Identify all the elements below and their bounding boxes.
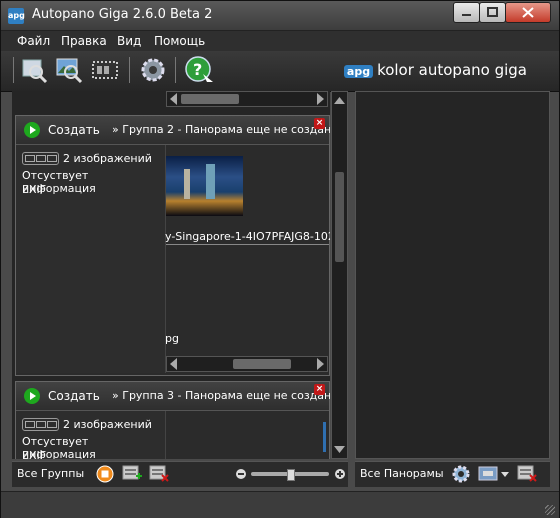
image-thumbnail[interactable] bbox=[166, 156, 243, 216]
zoom-slider[interactable] bbox=[251, 469, 329, 481]
toolbar: ? apg kolor autopano giga bbox=[1, 51, 559, 92]
group-info: 2 изображений Отсуствует информация EXIF bbox=[16, 145, 166, 373]
remove-panorama-icon[interactable] bbox=[517, 465, 537, 483]
zoom-in-icon[interactable] bbox=[334, 468, 346, 480]
images-count: 2 изображений bbox=[63, 418, 152, 431]
maximize-icon bbox=[487, 7, 498, 17]
group-title: » Группа 3 - Панорама еще не создана bbox=[112, 389, 330, 402]
scroll-thumb[interactable] bbox=[233, 359, 291, 369]
group-card[interactable]: Создать » Группа 3 - Панорама еще не соз… bbox=[15, 381, 330, 459]
brand-badge: apg bbox=[343, 65, 374, 78]
remove-group-icon[interactable] bbox=[149, 465, 169, 483]
group-title-text: Группа 3 - Панорама еще не создана bbox=[122, 389, 330, 402]
detect-icon bbox=[92, 61, 118, 79]
group-info: 2 изображений Отсуствует информация EXIF bbox=[16, 411, 166, 459]
brand-text: kolor autopano giga bbox=[377, 61, 527, 79]
detect-button[interactable] bbox=[91, 56, 119, 84]
groups-footer: Все Группы bbox=[12, 461, 348, 487]
panoramas-pane[interactable] bbox=[355, 91, 550, 459]
all-groups-label[interactable]: Все Группы bbox=[17, 467, 84, 480]
maximize-button[interactable] bbox=[479, 2, 506, 23]
render-icon[interactable] bbox=[478, 465, 500, 483]
add-group-icon[interactable] bbox=[122, 465, 142, 483]
zoom-out-icon[interactable] bbox=[235, 468, 247, 480]
scroll-right-icon[interactable] bbox=[317, 93, 324, 105]
import-folder-button[interactable] bbox=[21, 56, 49, 84]
scroll-left-icon[interactable] bbox=[170, 358, 177, 370]
groups-pane[interactable]: Создать » Группа 2 - Панорама еще не соз… bbox=[12, 91, 330, 459]
close-group-icon[interactable]: × bbox=[314, 118, 325, 129]
images-count: 2 изображений bbox=[63, 152, 152, 165]
scroll-right-icon[interactable] bbox=[317, 358, 324, 370]
group-horizontal-scrollbar[interactable] bbox=[166, 356, 328, 372]
minimize-button[interactable] bbox=[453, 2, 480, 23]
scroll-left-icon[interactable] bbox=[170, 93, 177, 105]
group-title-text: Группа 2 - Панорама еще не создана bbox=[122, 123, 330, 136]
image-stack-icon bbox=[22, 418, 59, 431]
play-icon[interactable] bbox=[24, 122, 40, 138]
group-horizontal-scrollbar[interactable] bbox=[166, 91, 328, 107]
scroll-thumb[interactable] bbox=[335, 172, 344, 262]
close-group-icon[interactable]: × bbox=[314, 384, 325, 395]
settings-button[interactable] bbox=[139, 56, 167, 84]
play-icon[interactable] bbox=[24, 388, 40, 404]
menu-help[interactable]: Помощь bbox=[154, 34, 205, 48]
close-icon bbox=[522, 7, 534, 18]
image-stack-icon bbox=[22, 152, 59, 165]
zoom-slider-handle[interactable] bbox=[287, 469, 295, 481]
divider bbox=[166, 244, 329, 245]
toolbar-separator bbox=[175, 57, 176, 83]
exif-status-line2: EXIF bbox=[22, 183, 47, 196]
svg-text:?: ? bbox=[193, 60, 202, 79]
scroll-thumb[interactable] bbox=[181, 94, 239, 104]
group-header: Создать » Группа 3 - Панорама еще не соз… bbox=[16, 382, 330, 411]
stop-button[interactable] bbox=[96, 465, 114, 483]
minimize-icon bbox=[462, 14, 471, 16]
settings-icon bbox=[141, 58, 165, 82]
close-button[interactable] bbox=[505, 2, 551, 23]
create-button[interactable]: Создать bbox=[48, 389, 100, 403]
import-folder-icon bbox=[22, 59, 48, 84]
group-header: Создать » Группа 2 - Панорама еще не соз… bbox=[16, 116, 330, 145]
chevron-down-icon[interactable] bbox=[500, 471, 510, 479]
menu-file[interactable]: Файл bbox=[17, 34, 50, 48]
resize-grip-icon[interactable] bbox=[545, 505, 555, 515]
scroll-down-icon[interactable] bbox=[332, 444, 347, 456]
groups-vertical-scrollbar[interactable] bbox=[331, 91, 348, 459]
help-button[interactable]: ? bbox=[185, 56, 213, 84]
exif-status-line2: EXIF bbox=[22, 449, 47, 459]
title-bar[interactable]: apg Autopano Giga 2.6.0 Beta 2 bbox=[1, 1, 559, 31]
group-title: » Группа 2 - Панорама еще не создана bbox=[112, 123, 330, 136]
toolbar-separator bbox=[129, 57, 130, 83]
thumbnail-edge bbox=[323, 422, 326, 452]
app-window: apg Autopano Giga 2.6.0 Beta 2 Файл Прав… bbox=[0, 0, 560, 518]
scroll-up-icon[interactable] bbox=[332, 94, 347, 106]
window-title: Autopano Giga 2.6.0 Beta 2 bbox=[32, 7, 213, 22]
panoramas-footer: Все Панорамы bbox=[355, 461, 550, 487]
status-bar bbox=[1, 491, 559, 518]
import-images-button[interactable] bbox=[55, 56, 83, 84]
app-icon: apg bbox=[8, 8, 25, 24]
all-panoramas-label[interactable]: Все Панорамы bbox=[360, 467, 444, 480]
toolbar-separator bbox=[13, 57, 14, 83]
menu-bar: Файл Правка Вид Помощь bbox=[1, 31, 559, 51]
image-filename: pg bbox=[165, 332, 179, 345]
help-icon: ? bbox=[185, 56, 213, 82]
brand-logo: apg kolor autopano giga bbox=[343, 61, 527, 79]
group-card[interactable]: Создать » Группа 2 - Панорама еще не соз… bbox=[15, 115, 330, 376]
import-images-icon bbox=[56, 58, 83, 84]
image-filename: y-Singapore-1-4IO7PFAJG8-102 bbox=[165, 230, 330, 243]
create-button[interactable]: Создать bbox=[48, 123, 100, 137]
panorama-settings-icon[interactable] bbox=[451, 464, 471, 484]
menu-edit[interactable]: Правка bbox=[61, 34, 107, 48]
menu-view[interactable]: Вид bbox=[117, 34, 141, 48]
